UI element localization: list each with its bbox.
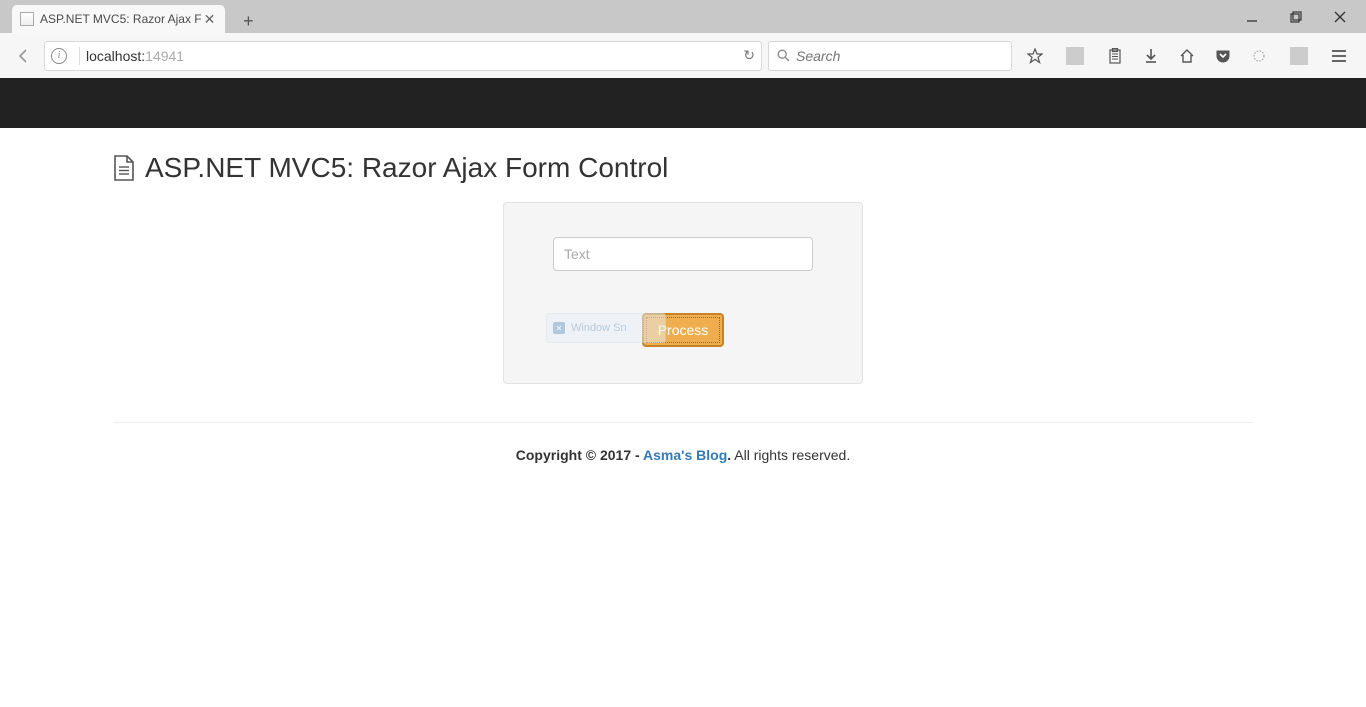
extension-icon[interactable] <box>1250 47 1268 65</box>
tab-strip: ASP.NET MVC5: Razor Ajax F ✕ + <box>0 0 1366 33</box>
menu-icon[interactable] <box>1330 47 1348 65</box>
maximize-icon[interactable] <box>1288 9 1304 25</box>
page-title: ASP.NET MVC5: Razor Ajax Form Control <box>113 152 1253 184</box>
tab-favicon-icon <box>20 12 34 26</box>
minimize-icon[interactable] <box>1244 9 1260 25</box>
url-port: 14941 <box>145 48 184 64</box>
snip-overlay: ✕ Window Sn <box>546 313 666 343</box>
browser-tab[interactable]: ASP.NET MVC5: Razor Ajax F ✕ <box>12 5 225 33</box>
url-host: localhost: <box>86 48 145 64</box>
pocket-icon[interactable] <box>1214 47 1232 65</box>
page-container: ASP.NET MVC5: Razor Ajax Form Control ✕ … <box>113 152 1253 463</box>
browser-chrome: ASP.NET MVC5: Razor Ajax F ✕ + i localho… <box>0 0 1366 78</box>
footer-separator <box>113 422 1253 423</box>
search-box[interactable] <box>768 41 1012 71</box>
close-icon[interactable] <box>1332 9 1348 25</box>
address-separator <box>79 47 80 65</box>
search-icon <box>777 49 790 62</box>
window-controls <box>1226 0 1366 33</box>
footer-blog-link[interactable]: Asma's Blog <box>643 447 727 463</box>
snip-label: Window Sn <box>571 322 627 334</box>
text-input[interactable] <box>553 237 813 271</box>
snip-close-icon: ✕ <box>553 322 565 334</box>
new-tab-button[interactable]: + <box>235 9 261 33</box>
site-info-icon[interactable]: i <box>51 48 67 64</box>
toolbar-icons <box>1018 47 1356 65</box>
tab-title: ASP.NET MVC5: Razor Ajax F <box>40 12 202 26</box>
nav-bar: i localhost:14941 ↻ <box>0 33 1366 78</box>
toolbar-separator <box>1290 47 1308 65</box>
back-button[interactable] <box>10 42 38 70</box>
document-icon <box>113 155 135 181</box>
page-title-text: ASP.NET MVC5: Razor Ajax Form Control <box>145 152 668 184</box>
home-icon[interactable] <box>1178 47 1196 65</box>
search-input[interactable] <box>796 48 1003 64</box>
bookmark-star-icon[interactable] <box>1026 47 1044 65</box>
clipboard-icon[interactable] <box>1106 47 1124 65</box>
address-bar[interactable]: i localhost:14941 ↻ <box>44 41 762 71</box>
page-top-navbar <box>0 78 1366 128</box>
toolbar-separator <box>1066 47 1084 65</box>
downloads-icon[interactable] <box>1142 47 1160 65</box>
footer-rights: All rights reserved. <box>731 447 850 463</box>
button-row: ✕ Window Sn Process <box>552 313 814 347</box>
footer: Copyright © 2017 - Asma's Blog. All righ… <box>113 447 1253 463</box>
form-panel: ✕ Window Sn Process <box>503 202 863 384</box>
reload-icon[interactable]: ↻ <box>743 47 755 64</box>
tab-close-icon[interactable]: ✕ <box>202 11 218 28</box>
footer-copyright: Copyright © 2017 - <box>516 447 643 463</box>
